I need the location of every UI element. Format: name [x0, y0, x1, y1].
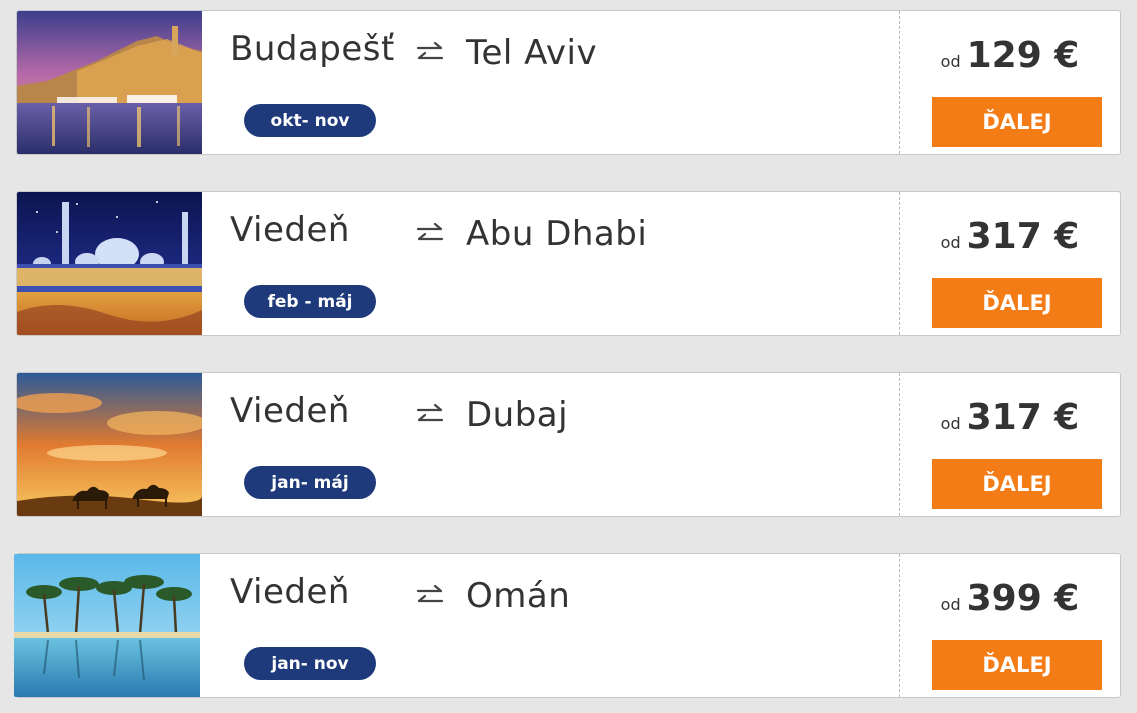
- travel-period-badge: jan- nov: [244, 647, 376, 680]
- swap-arrows-icon: [414, 41, 446, 65]
- price: od 317 €: [900, 216, 1120, 257]
- swap-arrows-icon: [414, 222, 446, 246]
- price: od 399 €: [900, 578, 1120, 619]
- travel-period-badge: feb - máj: [244, 285, 376, 318]
- deal-card-oman[interactable]: Viedeň Omán jan- nov od 399 € ĎALEJ: [14, 553, 1121, 698]
- price-amount: 129 €: [966, 35, 1080, 76]
- dashed-divider: [899, 554, 900, 697]
- origin-city: Viedeň: [230, 391, 350, 431]
- price-prefix: od: [940, 595, 961, 614]
- price: od 317 €: [900, 397, 1120, 438]
- travel-period-badge: okt- nov: [244, 104, 376, 137]
- next-button[interactable]: ĎALEJ: [932, 640, 1102, 690]
- price-prefix: od: [940, 233, 961, 252]
- price-amount: 317 €: [966, 216, 1080, 257]
- next-button[interactable]: ĎALEJ: [932, 278, 1102, 328]
- origin-city: Viedeň: [230, 210, 350, 250]
- travel-period-badge: jan- máj: [244, 466, 376, 499]
- destination-city: Tel Aviv: [466, 33, 598, 73]
- destination-city: Omán: [466, 576, 571, 616]
- destination-image[interactable]: [17, 192, 202, 335]
- next-button[interactable]: ĎALEJ: [932, 459, 1102, 509]
- destination-city: Dubaj: [466, 395, 569, 435]
- deal-card-dubaj[interactable]: Viedeň Dubaj jan- máj od 317 € ĎALEJ: [16, 372, 1121, 517]
- destination-image[interactable]: [17, 11, 202, 154]
- swap-arrows-icon: [414, 403, 446, 427]
- dashed-divider: [899, 373, 900, 516]
- deal-card-tel-aviv[interactable]: Budapešť Tel Aviv okt- nov od 129 € ĎALE…: [16, 10, 1121, 155]
- origin-city: Viedeň: [230, 572, 350, 612]
- dashed-divider: [899, 11, 900, 154]
- destination-city: Abu Dhabi: [466, 214, 648, 254]
- origin-city: Budapešť: [230, 29, 395, 69]
- destination-image[interactable]: [14, 554, 200, 697]
- price-prefix: od: [940, 414, 961, 433]
- destination-image[interactable]: [17, 373, 202, 516]
- deal-card-abu-dhabi[interactable]: Viedeň Abu Dhabi feb - máj od 317 € ĎALE…: [16, 191, 1121, 336]
- price-amount: 399 €: [966, 578, 1080, 619]
- swap-arrows-icon: [414, 584, 446, 608]
- price-amount: 317 €: [966, 397, 1080, 438]
- price: od 129 €: [900, 35, 1120, 76]
- dashed-divider: [899, 192, 900, 335]
- price-prefix: od: [940, 52, 961, 71]
- next-button[interactable]: ĎALEJ: [932, 97, 1102, 147]
